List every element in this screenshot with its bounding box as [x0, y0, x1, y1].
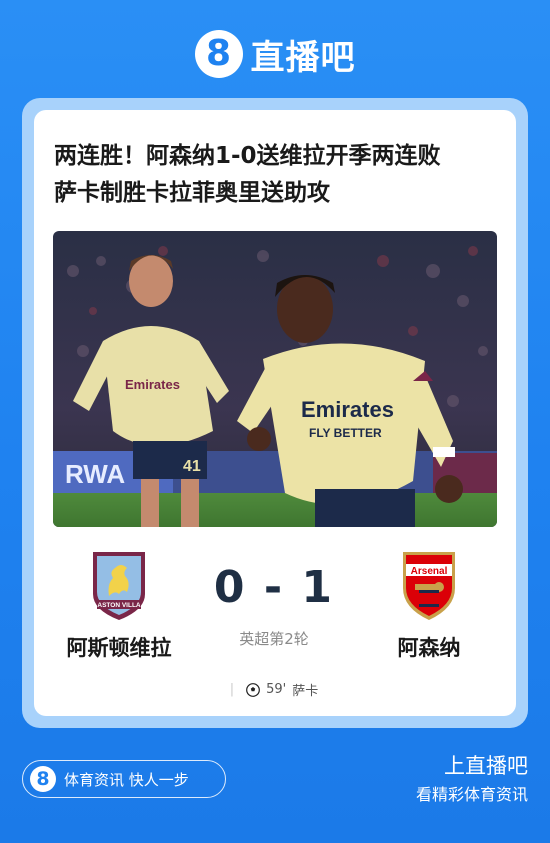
- away-team[interactable]: Arsenal 阿森纳: [364, 548, 494, 662]
- svg-text:41: 41: [183, 458, 201, 475]
- svg-text:FLY BETTER: FLY BETTER: [309, 426, 382, 440]
- svg-text:Emirates: Emirates: [301, 397, 394, 422]
- goal-minute: 59': [266, 682, 287, 697]
- slogan-text: 体育资讯 快人一步: [64, 770, 189, 789]
- news-card[interactable]: 两连胜！阿森纳1-0送维拉开季两连败 萨卡制胜卡拉菲奥里送助攻 RWA Emir…: [34, 110, 516, 716]
- match-score: 0 - 1: [213, 562, 335, 613]
- brand-mini-logo-icon: 8: [30, 766, 56, 792]
- svg-text:ASTON VILLA: ASTON VILLA: [97, 602, 141, 609]
- home-team[interactable]: ASTON VILLA 阿斯顿维拉: [54, 548, 184, 662]
- headline-line-2: 萨卡制胜卡拉菲奥里送助攻: [54, 180, 330, 206]
- timeline-tick: |: [229, 682, 235, 697]
- match-photo[interactable]: RWA Emirates 41 Emirates FLY BETTER: [53, 231, 497, 527]
- aston-villa-crest-icon: ASTON VILLA: [93, 552, 145, 620]
- call-to-action: 上直播吧 看精彩体育资讯: [416, 752, 528, 810]
- goal-scorer: 萨卡: [292, 684, 319, 699]
- home-team-name: 阿斯顿维拉: [66, 636, 172, 660]
- headline-line-1: 两连胜！阿森纳1-0送维拉开季两连败: [54, 143, 441, 169]
- away-team-name: 阿森纳: [397, 636, 461, 660]
- brand-header: 8 直播吧: [0, 28, 550, 80]
- svg-text:RWA: RWA: [65, 459, 125, 489]
- match-round: 英超第2轮: [239, 630, 309, 648]
- football-icon: [246, 682, 261, 697]
- arsenal-crest-icon: Arsenal: [403, 552, 455, 620]
- goal-event: | 59' 萨卡: [184, 680, 364, 699]
- headline[interactable]: 两连胜！阿森纳1-0送维拉开季两连败 萨卡制胜卡拉菲奥里送助攻: [54, 138, 504, 212]
- slogan-pill[interactable]: 8 体育资讯 快人一步: [22, 760, 226, 798]
- cta-title: 上直播吧: [444, 754, 528, 778]
- svg-text:Emirates: Emirates: [125, 377, 180, 392]
- brand-name: 直播吧: [250, 37, 356, 78]
- cta-subtitle: 看精彩体育资讯: [415, 785, 528, 804]
- svg-text:Arsenal: Arsenal: [411, 566, 448, 577]
- brand-logo-icon: 8: [194, 30, 243, 78]
